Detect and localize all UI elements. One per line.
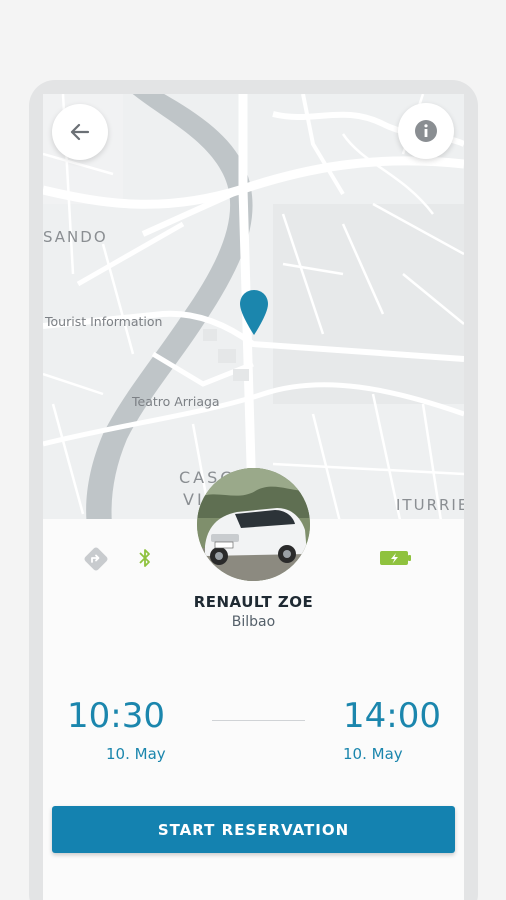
end-time[interactable]: 14:00 (343, 696, 441, 736)
car-photo (197, 468, 310, 581)
vehicle-name: RENAULT ZOE (193, 593, 314, 611)
start-time[interactable]: 10:30 (67, 696, 165, 736)
back-button[interactable] (52, 104, 108, 160)
info-button[interactable] (398, 103, 454, 159)
map-label-iturri: ITURRIE (396, 496, 464, 514)
bluetooth-icon (139, 549, 150, 567)
map-label-area: SANDO (43, 228, 108, 246)
route-icon (84, 547, 108, 571)
info-icon (415, 120, 437, 142)
start-reservation-button[interactable]: START RESERVATION (52, 806, 455, 853)
end-date[interactable]: 10. May (343, 745, 403, 763)
screen: SANDO Tourist Information Teatro Arriaga… (43, 94, 464, 900)
start-date[interactable]: 10. May (106, 745, 166, 763)
location-pin-icon[interactable] (240, 290, 268, 335)
time-divider (212, 720, 305, 721)
battery-charging-icon (380, 551, 411, 565)
map-label-tourist-info: Tourist Information (45, 314, 163, 329)
map-label-teatro: Teatro Arriaga (132, 394, 220, 409)
arrow-left-icon (70, 123, 90, 141)
vehicle-city: Bilbao (231, 614, 276, 630)
